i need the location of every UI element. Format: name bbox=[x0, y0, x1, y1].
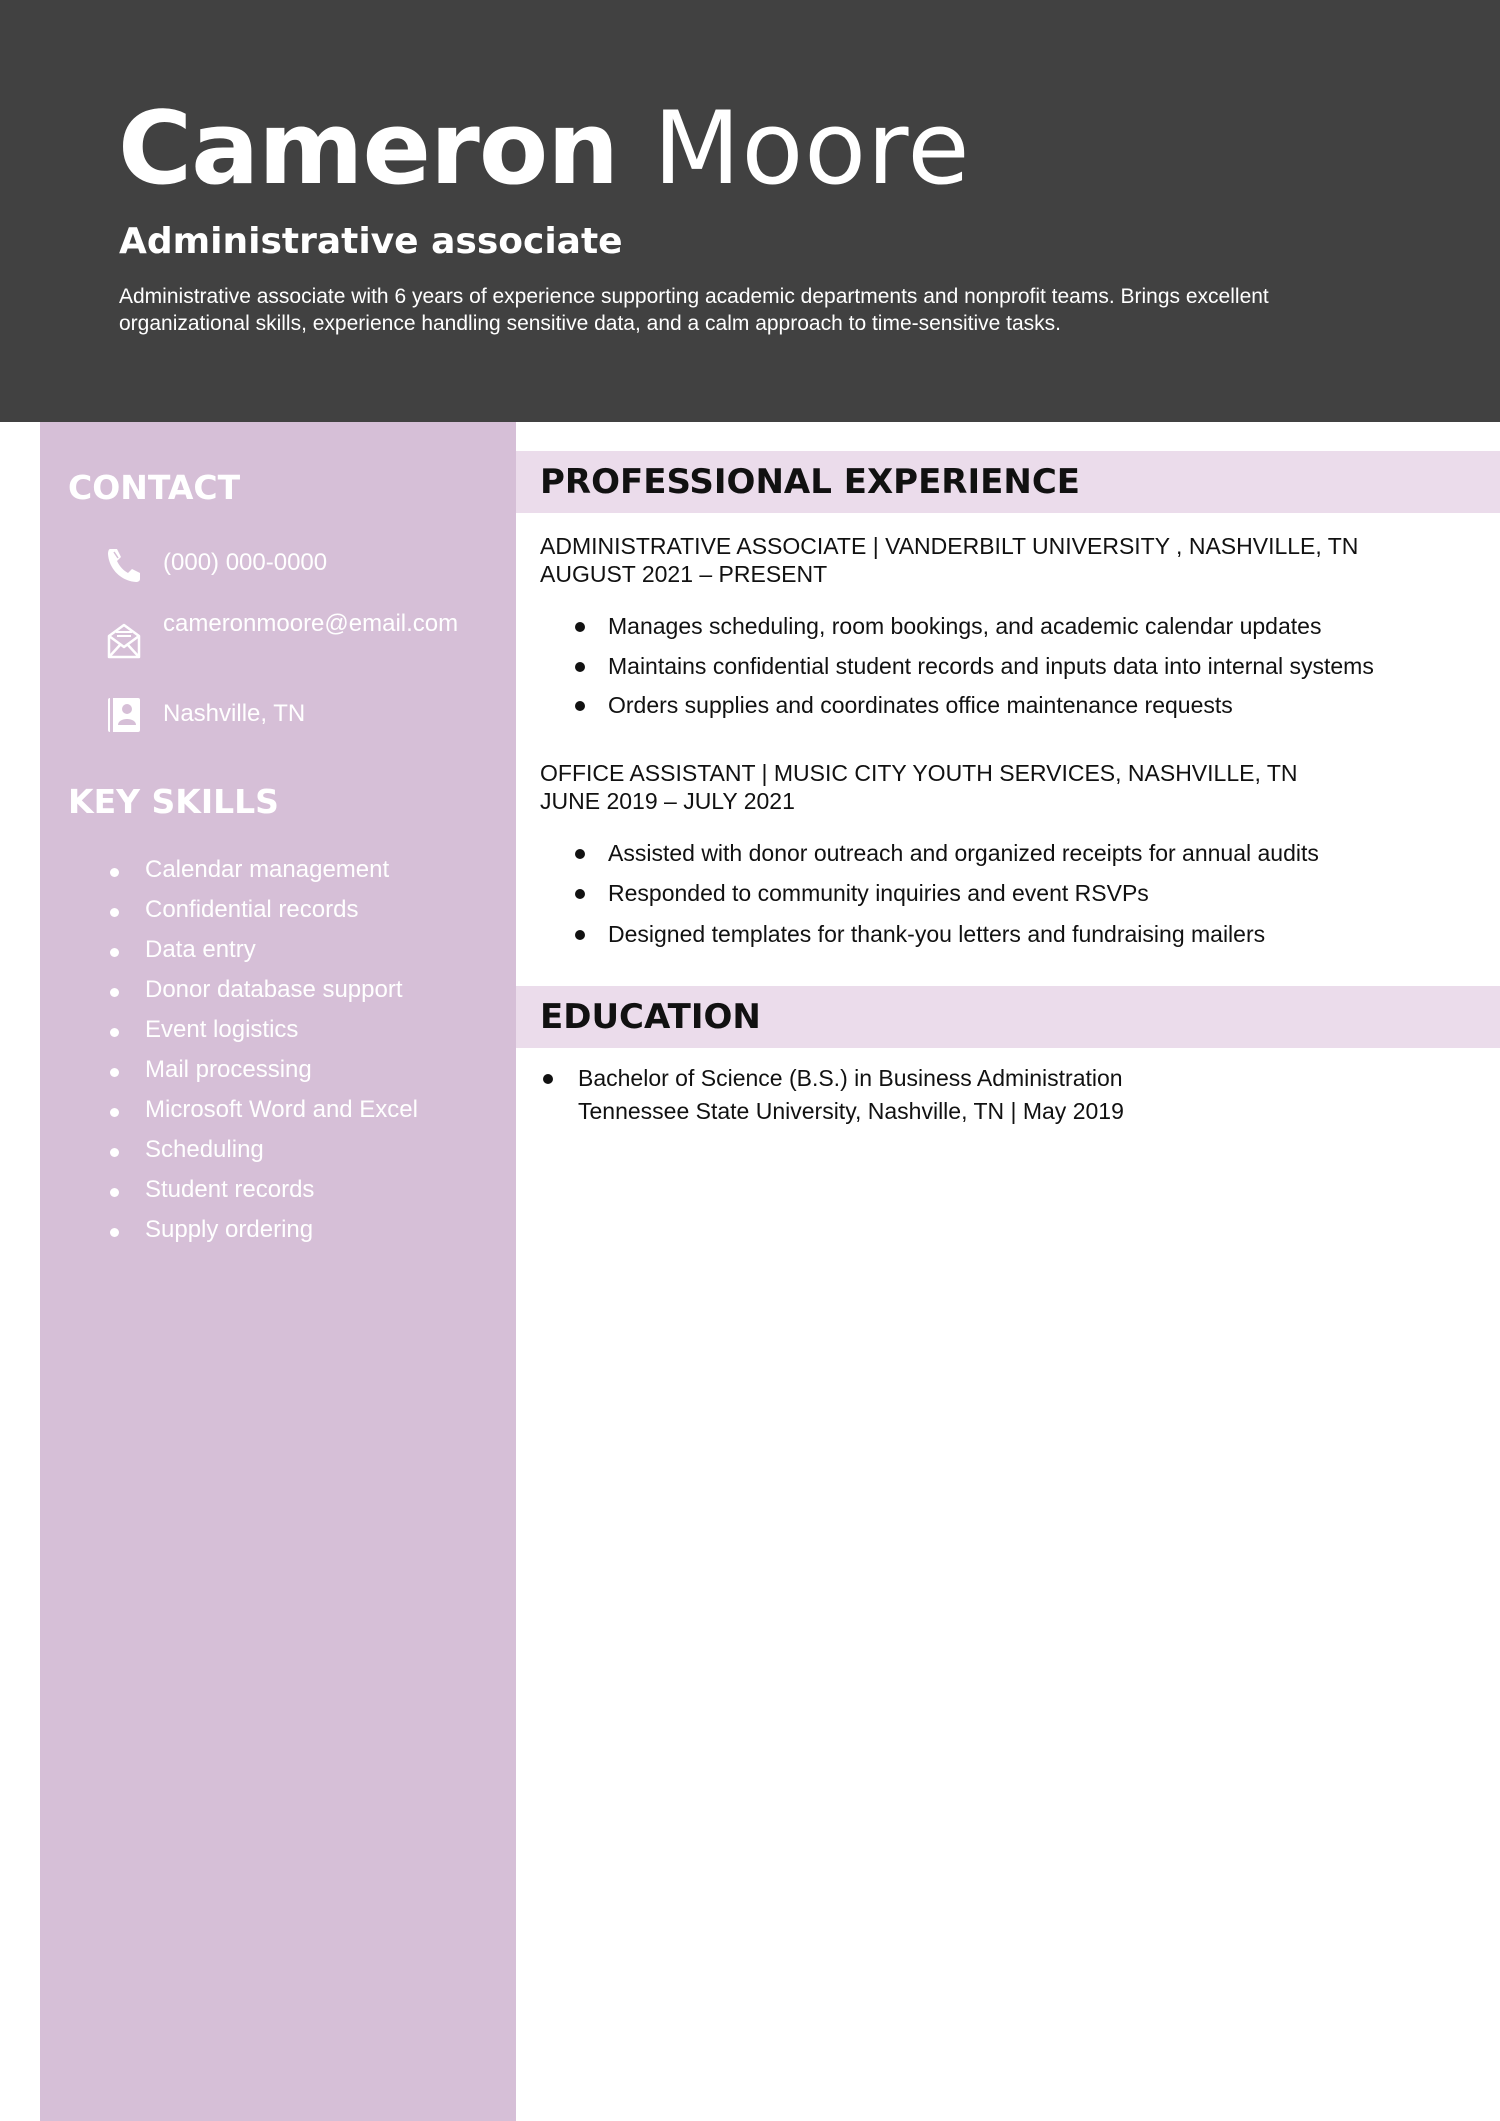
bullet-dot-icon bbox=[543, 1074, 553, 1084]
first-name: Cameron bbox=[118, 89, 619, 207]
skill-label: Student records bbox=[145, 1176, 315, 1203]
bullet-dot-icon bbox=[110, 1228, 119, 1237]
skill-label: Microsoft Word and Excel bbox=[145, 1096, 418, 1123]
skill-label: Mail processing bbox=[145, 1056, 312, 1083]
skill-label: Donor database support bbox=[145, 976, 403, 1003]
bullet-dot-icon bbox=[110, 1108, 119, 1117]
skill-label: Calendar management bbox=[145, 856, 390, 883]
skill-label: Supply ordering bbox=[145, 1216, 314, 1243]
job-bullet-text: Responded to community inquiries and eve… bbox=[608, 880, 1149, 906]
skill-label: Data entry bbox=[145, 936, 256, 963]
envelope-icon bbox=[107, 623, 141, 659]
skill-label: Scheduling bbox=[145, 1136, 264, 1163]
phone-icon bbox=[108, 549, 140, 582]
education-degree: Bachelor of Science (B.S.) in Business A… bbox=[578, 1065, 1123, 1091]
candidate-name: Cameron Moore bbox=[118, 88, 970, 208]
contact-location: Nashville, TN bbox=[163, 700, 306, 727]
bullet-dot-icon bbox=[575, 889, 585, 899]
resume-header: Cameron Moore Administrative associate A… bbox=[0, 0, 1500, 422]
job-entry: ADMINISTRATIVE ASSOCIATE | VANDERBILT UN… bbox=[540, 532, 1480, 718]
contact-phone: (000) 000-0000 bbox=[163, 549, 328, 576]
experience-heading: PROFESSIONAL EXPERIENCE bbox=[540, 462, 1080, 502]
education-heading: EDUCATION bbox=[540, 997, 761, 1037]
bullet-dot-icon bbox=[575, 930, 585, 940]
job-bullet-text: Manages scheduling, room bookings, and a… bbox=[608, 613, 1322, 639]
sidebar bbox=[40, 422, 516, 2121]
job-dates: JUNE 2019 – JULY 2021 bbox=[540, 788, 795, 814]
job-title: Administrative associate bbox=[119, 221, 623, 262]
bullet-dot-icon bbox=[110, 1028, 119, 1037]
bullet-dot-icon bbox=[110, 948, 119, 957]
bullet-dot-icon bbox=[110, 1148, 119, 1157]
contact-heading: CONTACT bbox=[68, 468, 241, 507]
job-bullet-text: Orders supplies and coordinates office m… bbox=[608, 692, 1233, 718]
job-bullet-text: Assisted with donor outreach and organiz… bbox=[608, 840, 1319, 866]
bullet-dot-icon bbox=[110, 908, 119, 917]
job-title-line: OFFICE ASSISTANT | MUSIC CITY YOUTH SERV… bbox=[540, 760, 1298, 786]
job-title-line: ADMINISTRATIVE ASSOCIATE | VANDERBILT UN… bbox=[540, 533, 1359, 559]
skill-label: Confidential records bbox=[145, 896, 359, 923]
profile-summary: Administrative associate with 6 years of… bbox=[119, 285, 1269, 335]
education-school: Tennessee State University, Nashville, T… bbox=[578, 1098, 1124, 1124]
bullet-dot-icon bbox=[110, 988, 119, 997]
skills-heading: KEY SKILLS bbox=[68, 782, 279, 821]
skill-label: Event logistics bbox=[145, 1016, 299, 1043]
bullet-dot-icon bbox=[110, 1068, 119, 1077]
bullet-dot-icon bbox=[575, 662, 585, 672]
job-entry: OFFICE ASSISTANT | MUSIC CITY YOUTH SERV… bbox=[540, 759, 1480, 947]
bullet-dot-icon bbox=[110, 1188, 119, 1197]
address-book-icon bbox=[108, 698, 140, 732]
experience-section-band: PROFESSIONAL EXPERIENCE bbox=[516, 451, 1500, 513]
education-section-band: EDUCATION bbox=[516, 986, 1500, 1048]
last-name: Moore bbox=[653, 89, 971, 207]
bullet-dot-icon bbox=[575, 622, 585, 632]
job-dates: AUGUST 2021 – PRESENT bbox=[540, 561, 828, 587]
job-bullet-text: Maintains confidential student records a… bbox=[608, 653, 1374, 679]
bullet-dot-icon bbox=[575, 701, 585, 711]
contact-email[interactable]: cameronmoore@email.com bbox=[163, 610, 463, 638]
job-bullet-text: Designed templates for thank-you letters… bbox=[608, 921, 1266, 947]
bullet-dot-icon bbox=[110, 868, 119, 877]
bullet-dot-icon bbox=[575, 849, 585, 859]
